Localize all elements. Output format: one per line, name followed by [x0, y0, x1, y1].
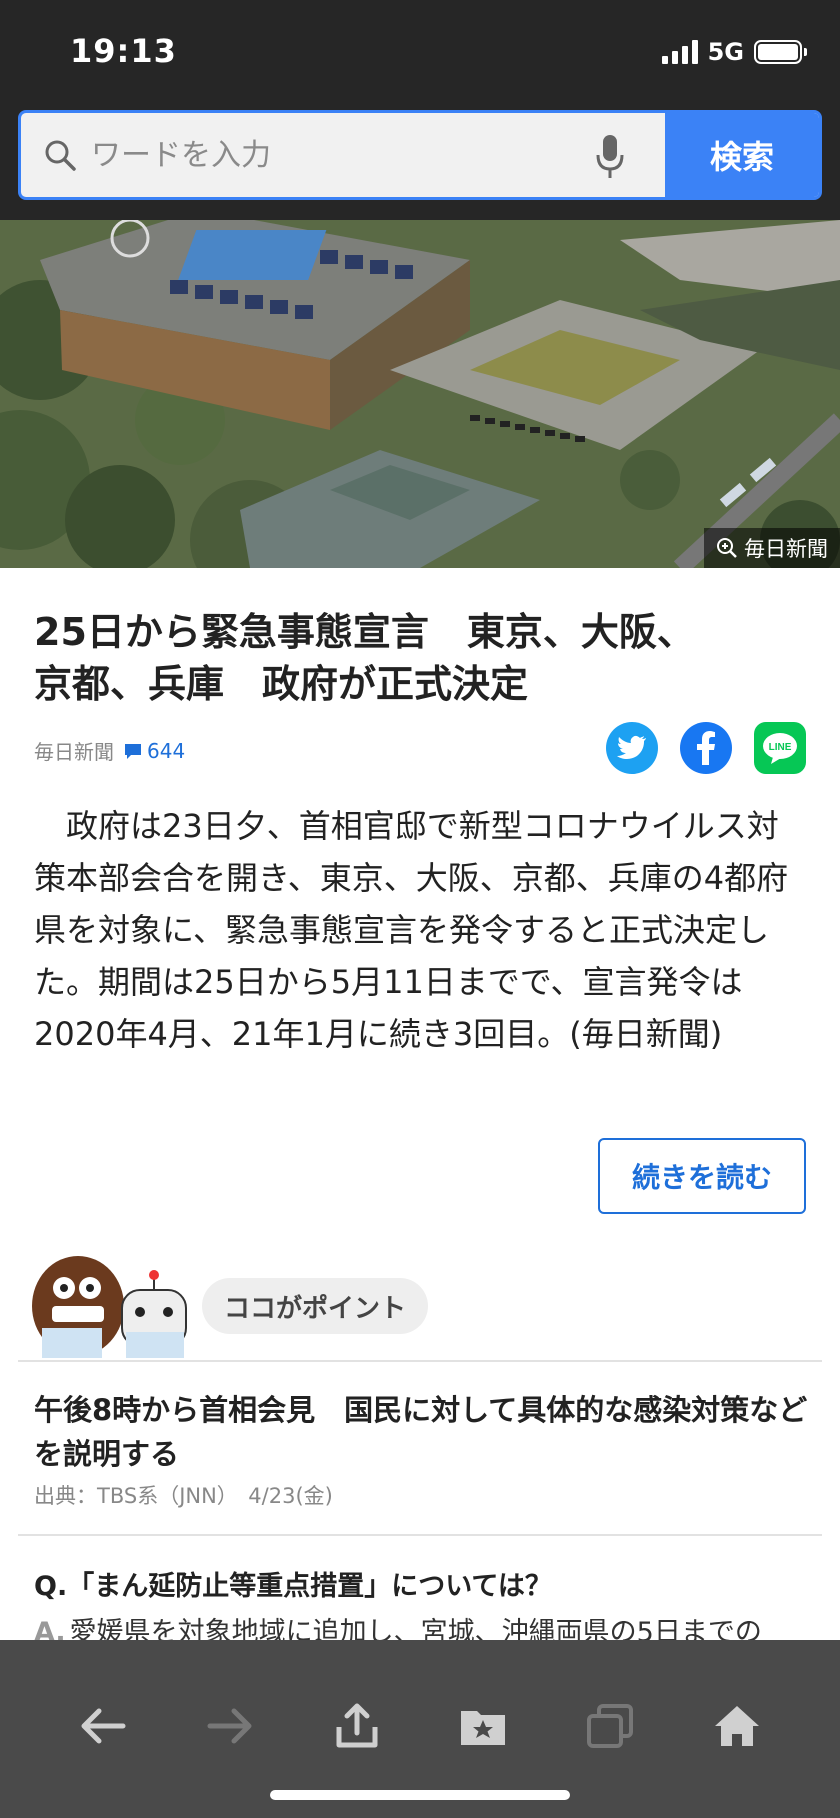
network-type: 5G [707, 38, 744, 66]
headline-line-2: 京都、兵庫 政府が正式決定 [34, 662, 529, 706]
search-bar: 検索 [18, 110, 822, 200]
point-source: 出典：TBS系（JNN） 4/23(金) [34, 1484, 333, 1508]
arrow-left-icon [81, 1708, 126, 1744]
twitter-icon [617, 735, 646, 759]
mascot-characters-icon [32, 1256, 187, 1358]
microphone-icon[interactable] [595, 133, 625, 181]
signal-icon [661, 40, 698, 64]
photo-credit: 毎日新聞 [704, 528, 840, 568]
home-button[interactable] [707, 1696, 767, 1756]
search-button[interactable]: 検索 [665, 113, 819, 197]
point-title-link[interactable]: 午後8時から首相会見 国民に対して具体的な感染対策などを説明する [34, 1388, 814, 1476]
article-meta: 毎日新聞 644 [34, 736, 185, 765]
divider [18, 1360, 822, 1362]
point-header: ココがポイント [30, 1248, 430, 1360]
comments-link[interactable]: 644 [124, 739, 185, 763]
zoom-icon [717, 538, 737, 558]
battery-icon [754, 40, 807, 64]
line-share-button[interactable]: LINE [754, 722, 806, 774]
search-field-container [21, 113, 665, 197]
search-icon [45, 140, 76, 171]
search-input[interactable] [91, 137, 571, 173]
comment-icon [125, 743, 141, 759]
article-headline: 25日から緊急事態宣言 東京、大阪、 京都、兵庫 政府が正式決定 [34, 606, 814, 710]
svg-text:LINE: LINE [769, 742, 792, 753]
back-button[interactable] [73, 1696, 133, 1756]
point-label: ココがポイント [202, 1278, 429, 1334]
divider [18, 1534, 822, 1536]
status-indicators: 5G [661, 38, 807, 66]
status-time: 19:13 [70, 32, 177, 70]
twitter-share-button[interactable] [606, 722, 658, 774]
header: 19:13 5G 検索 [0, 0, 840, 220]
article-source[interactable]: 毎日新聞 [34, 736, 114, 765]
share-buttons: LINE [606, 722, 806, 774]
share-icon [336, 1703, 378, 1748]
question-text[interactable]: Q.「まん延防止等重点措置」については？ [34, 1564, 552, 1603]
article-photo[interactable]: 毎日新聞 [0, 220, 840, 568]
home-icon [714, 1706, 759, 1746]
bookmark-folder-icon [461, 1711, 506, 1745]
facebook-share-button[interactable] [680, 722, 732, 774]
aerial-building-image [0, 220, 840, 568]
share-button[interactable] [327, 1696, 387, 1756]
arrow-right-icon [207, 1708, 252, 1744]
forward-button[interactable] [200, 1696, 260, 1756]
article-body: 政府は23日夕、首相官邸で新型コロナウイルス対策本部会合を開き、東京、大阪、京都… [34, 807, 789, 1053]
read-more-button[interactable]: 続きを読む [598, 1138, 806, 1214]
bookmarks-button[interactable] [453, 1696, 513, 1756]
tabs-icon [586, 1704, 633, 1748]
home-indicator [270, 1790, 570, 1800]
comment-count: 644 [147, 738, 186, 763]
line-icon: LINE [763, 733, 797, 764]
facebook-icon [697, 731, 715, 765]
headline-line-1: 25日から緊急事態宣言 東京、大阪、 [34, 610, 695, 654]
photo-credit-text: 毎日新聞 [744, 537, 828, 561]
tabs-button[interactable] [580, 1696, 640, 1756]
